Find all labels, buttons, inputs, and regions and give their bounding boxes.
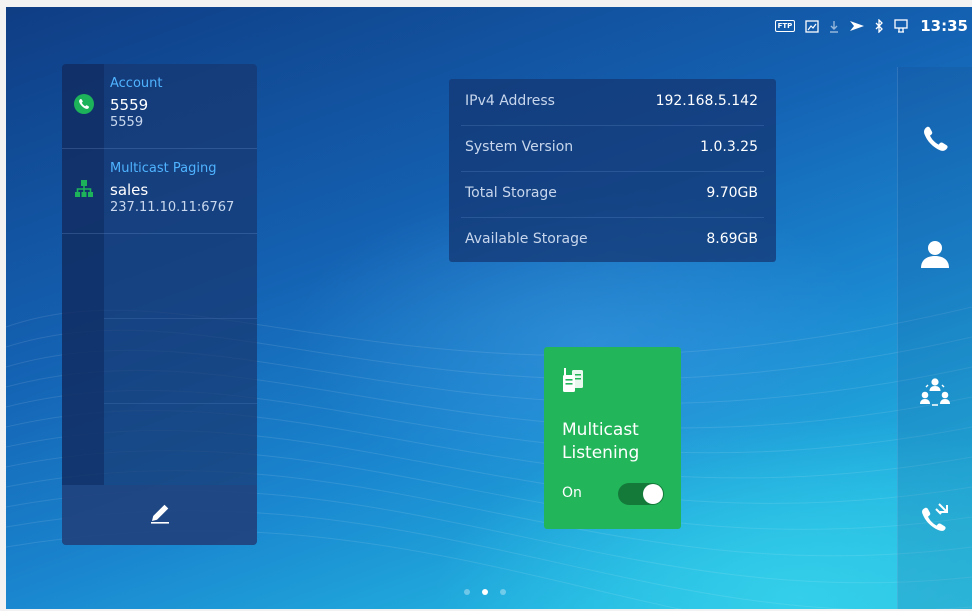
page-dot[interactable] xyxy=(500,589,506,595)
pencil-icon xyxy=(148,501,172,529)
right-dock xyxy=(897,67,972,609)
page-dot-active[interactable] xyxy=(482,589,488,595)
info-row-available-storage: Available Storage 8.69GB xyxy=(461,217,764,263)
info-value: 8.69GB xyxy=(706,231,758,247)
device-info-widget: IPv4 Address 192.168.5.142 System Versio… xyxy=(449,79,776,262)
call-history-icon xyxy=(919,500,951,536)
paging-address: 237.11.10.11:6767 xyxy=(110,200,235,215)
info-label: Available Storage xyxy=(465,231,588,247)
page-dot[interactable] xyxy=(464,589,470,595)
empty-slot xyxy=(104,404,257,488)
info-value: 1.0.3.25 xyxy=(700,139,758,155)
download-icon xyxy=(829,20,839,33)
account-name: 5559 xyxy=(110,96,149,114)
account-number: 5559 xyxy=(110,115,144,130)
multicast-state-label: On xyxy=(562,485,582,501)
page-indicator[interactable] xyxy=(464,589,506,595)
dock-conference-button[interactable] xyxy=(914,372,956,414)
vpn-shield-icon xyxy=(849,19,865,33)
screenshot-icon xyxy=(805,19,819,33)
bluetooth-icon xyxy=(875,19,884,33)
info-row-system-version: System Version 1.0.3.25 xyxy=(461,125,764,172)
account-row[interactable]: Account 5559 5559 xyxy=(62,64,257,149)
toggle-knob xyxy=(643,484,663,504)
dock-call-history-button[interactable] xyxy=(914,497,956,539)
info-label: Total Storage xyxy=(465,185,557,201)
info-value: 192.168.5.142 xyxy=(655,93,758,109)
phone-call-icon xyxy=(74,94,94,118)
dock-contacts-button[interactable] xyxy=(914,235,956,277)
walkie-talkie-icon xyxy=(562,367,584,397)
dock-phone-button[interactable] xyxy=(914,121,956,163)
network-icon xyxy=(894,19,908,33)
multicast-toggle[interactable] xyxy=(618,483,664,505)
multicast-paging-title: Multicast Paging xyxy=(110,161,217,176)
multicast-listening-widget[interactable]: Multicast Listening On xyxy=(544,347,681,529)
edit-button[interactable] xyxy=(62,485,257,545)
info-value: 9.70GB xyxy=(706,185,758,201)
phone-icon xyxy=(919,124,951,160)
clock: 13:35 xyxy=(920,17,968,35)
empty-slot xyxy=(104,319,257,404)
conference-icon xyxy=(919,375,951,411)
empty-slot xyxy=(104,234,257,319)
home-screen: FTP 13:35 Account 5559 5559 Multicast Pa… xyxy=(6,7,972,609)
info-row-total-storage: Total Storage 9.70GB xyxy=(461,171,764,218)
info-label: System Version xyxy=(465,139,574,155)
account-row-title: Account xyxy=(110,76,163,91)
status-bar: FTP 13:35 xyxy=(774,13,968,39)
ftp-icon: FTP xyxy=(774,20,796,32)
multicast-paging-row[interactable]: Multicast Paging sales 237.11.10.11:6767 xyxy=(62,149,257,234)
accounts-widget[interactable]: Account 5559 5559 Multicast Paging sales… xyxy=(62,64,257,545)
contacts-icon xyxy=(919,238,951,274)
info-row-ipv4: IPv4 Address 192.168.5.142 xyxy=(461,79,764,126)
network-tree-icon xyxy=(74,179,94,203)
multicast-listening-title: Multicast Listening xyxy=(562,420,640,463)
info-label: IPv4 Address xyxy=(465,93,555,109)
paging-group-name: sales xyxy=(110,181,149,199)
